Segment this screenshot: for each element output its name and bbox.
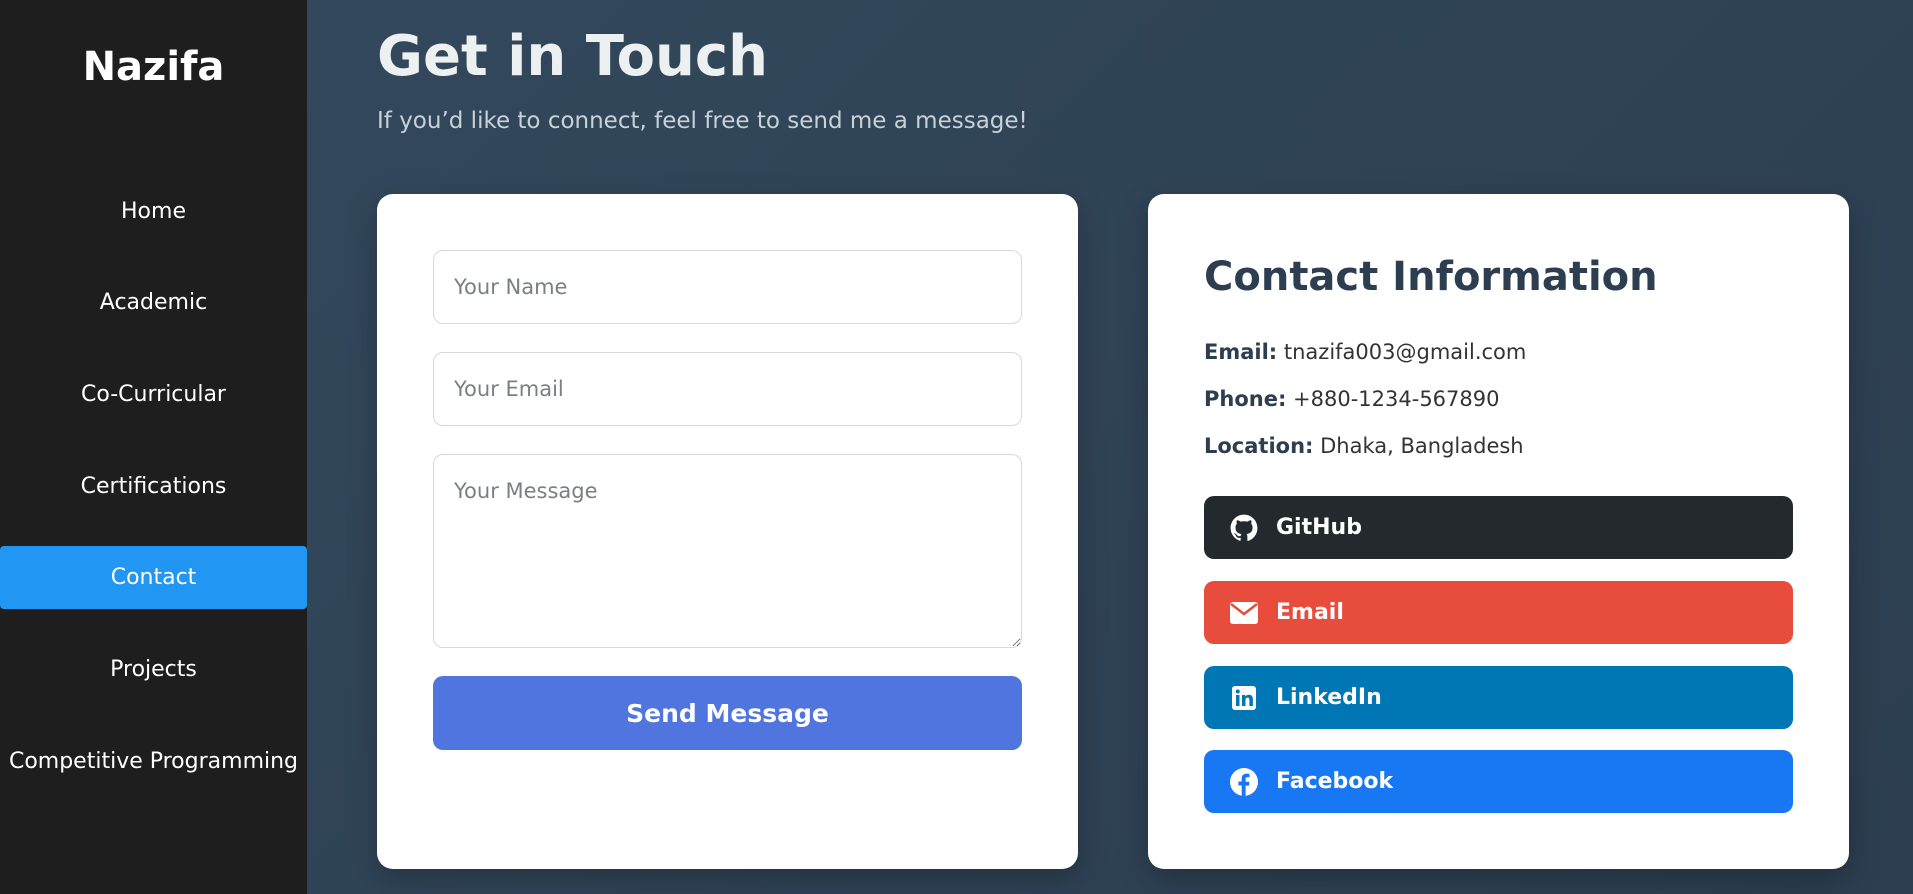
github-icon: [1230, 514, 1258, 542]
send-message-button[interactable]: Send Message: [433, 676, 1022, 750]
sidebar-item-academic[interactable]: Academic: [0, 271, 307, 334]
contact-form-card: Send Message: [377, 194, 1078, 869]
message-textarea[interactable]: [433, 454, 1022, 648]
sidebar-item-competitive-programming[interactable]: Competitive Programming: [0, 730, 307, 793]
envelope-icon: [1230, 599, 1258, 627]
location-info: Location: Dhaka, Bangladesh: [1204, 434, 1524, 458]
linkedin-link-button[interactable]: LinkedIn: [1204, 666, 1793, 729]
facebook-link-button[interactable]: Facebook: [1204, 750, 1793, 813]
email-link-label: Email: [1276, 600, 1344, 625]
email-info: Email: tnazifa003@gmail.com: [1204, 340, 1526, 364]
email-info-value: tnazifa003@gmail.com: [1283, 340, 1527, 364]
github-link-label: GitHub: [1276, 515, 1362, 540]
facebook-icon: [1230, 767, 1258, 796]
name-input[interactable]: [433, 250, 1022, 324]
contact-info-title: Contact Information: [1204, 254, 1658, 300]
email-link-button[interactable]: Email: [1204, 581, 1793, 644]
sidebar-item-projects[interactable]: Projects: [0, 638, 307, 701]
email-input[interactable]: [433, 352, 1022, 426]
page-subtitle: If you’d like to connect, feel free to s…: [377, 108, 1028, 134]
phone-info-label: Phone:: [1204, 387, 1287, 411]
github-link-button[interactable]: GitHub: [1204, 496, 1793, 559]
location-info-label: Location:: [1204, 434, 1314, 458]
linkedin-icon: [1230, 684, 1258, 712]
sidebar-item-co-curricular[interactable]: Co-Curricular: [0, 363, 307, 426]
phone-info-value: +880-1234-567890: [1293, 387, 1500, 411]
sidebar-item-certifications[interactable]: Certifications: [0, 455, 307, 518]
brand-logo[interactable]: Nazifa: [0, 44, 307, 90]
linkedin-link-label: LinkedIn: [1276, 685, 1382, 710]
contact-info-card: Contact Information Email: tnazifa003@gm…: [1148, 194, 1849, 869]
sidebar: Nazifa Home Academic Co-Curricular Certi…: [0, 0, 307, 894]
phone-info: Phone: +880-1234-567890: [1204, 387, 1500, 411]
email-info-label: Email:: [1204, 340, 1278, 364]
facebook-link-label: Facebook: [1276, 769, 1394, 794]
sidebar-item-home[interactable]: Home: [0, 180, 307, 243]
sidebar-item-contact[interactable]: Contact: [0, 546, 307, 609]
location-info-value: Dhaka, Bangladesh: [1320, 434, 1524, 458]
page-title: Get in Touch: [377, 24, 768, 89]
